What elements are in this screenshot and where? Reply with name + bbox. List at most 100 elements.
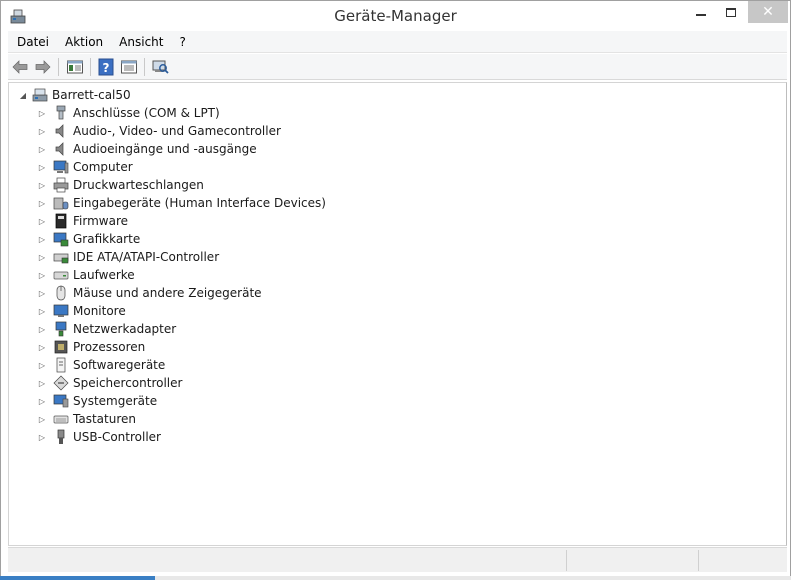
expand-expander[interactable]: ▷ — [37, 432, 47, 442]
expand-expander[interactable]: ▷ — [37, 342, 47, 352]
forward-arrow-icon[interactable] — [34, 58, 52, 76]
keyboard-icon — [53, 415, 69, 424]
system-device-icon — [53, 394, 69, 408]
tree-category-item[interactable]: ▷ Laufwerke — [37, 266, 135, 284]
expand-expander[interactable]: ▷ — [37, 234, 47, 244]
tree-category-item[interactable]: ▷ Monitore — [37, 302, 126, 320]
tree-category-label: Laufwerke — [73, 268, 135, 282]
tree-category-item[interactable]: ▷ Prozessoren — [37, 338, 145, 356]
close-button[interactable]: ✕ — [748, 1, 788, 23]
window-title: Geräte-Manager — [334, 7, 457, 25]
expand-expander[interactable]: ▷ — [37, 414, 47, 424]
menu-bar: Datei Aktion Ansicht ? — [8, 31, 787, 53]
tree-category-item[interactable]: ▷ Speichercontroller — [37, 374, 182, 392]
printer-icon — [53, 177, 69, 193]
network-adapter-icon — [55, 321, 67, 337]
expand-expander[interactable]: ▷ — [37, 378, 47, 388]
tree-category-label: Systemgeräte — [73, 394, 158, 408]
tree-category-item[interactable]: ▷ Tastaturen — [37, 410, 136, 428]
menu-datei[interactable]: Datei — [8, 31, 57, 53]
toolbar-separator — [90, 58, 91, 76]
expand-expander[interactable]: ▷ — [37, 198, 47, 208]
status-bar-divider — [566, 550, 567, 571]
computer-root-icon — [32, 88, 48, 102]
maximize-button[interactable] — [716, 1, 746, 23]
monitor-icon — [53, 304, 69, 317]
expand-expander[interactable]: ▷ — [37, 288, 47, 298]
tree-category-label: Grafikkarte — [73, 232, 141, 246]
expand-expander[interactable]: ▷ — [37, 270, 47, 280]
close-icon: ✕ — [762, 4, 774, 20]
expand-expander[interactable]: ▷ — [37, 162, 47, 172]
tree-category-label: Mäuse und andere Zeigegeräte — [73, 286, 262, 300]
expand-expander[interactable]: ▷ — [37, 126, 47, 136]
tree-category-item[interactable]: ▷ Systemgeräte — [37, 392, 157, 410]
expand-expander[interactable]: ▷ — [37, 324, 47, 334]
tree-category-label: Softwaregeräte — [73, 358, 166, 372]
speaker-icon — [55, 142, 64, 156]
tree-category-label: USB-Controller — [73, 430, 161, 444]
tree-category-item[interactable]: ▷ IDE ATA/ATAPI-Controller — [37, 248, 219, 266]
status-bar — [8, 547, 787, 572]
mouse-icon — [56, 285, 66, 301]
tree-category-label: IDE ATA/ATAPI-Controller — [73, 250, 220, 264]
expand-expander[interactable]: ▷ — [37, 216, 47, 226]
tree-category-item[interactable]: ▷ Computer — [37, 158, 133, 176]
device-tree[interactable]: ◢ Barrett-cal50 ▷ Anschlüsse (COM & LPT) ▷… — [8, 82, 787, 546]
usb-icon — [57, 429, 65, 444]
tree-category-item[interactable]: ▷ USB-Controller — [37, 428, 161, 446]
tree-category-label: Eingabegeräte (Human Interface Devices) — [73, 196, 326, 210]
tree-root[interactable]: ◢ Barrett-cal50 — [18, 86, 131, 104]
firmware-icon — [55, 213, 67, 229]
tree-category-item[interactable]: ▷ Grafikkarte — [37, 230, 140, 248]
device-manager-window: Geräte-Manager ✕ Datei Aktion Ansicht ? — [0, 0, 791, 580]
scan-hardware-icon[interactable] — [151, 58, 169, 76]
help-icon[interactable]: ? — [97, 58, 115, 76]
tree-category-item[interactable]: ▷ Softwaregeräte — [37, 356, 165, 374]
menu-ansicht[interactable]: Ansicht — [111, 31, 171, 53]
back-arrow-icon[interactable] — [11, 58, 29, 76]
disk-drive-icon — [53, 271, 69, 280]
tree-category-item[interactable]: ▷ Audio-, Video- und Gamecontroller — [37, 122, 281, 140]
tree-category-item[interactable]: ▷ Firmware — [37, 212, 128, 230]
svg-text:?: ? — [103, 61, 110, 75]
toolbar-separator — [144, 58, 145, 76]
show-hide-console-tree-icon[interactable] — [66, 58, 84, 76]
tree-category-label: Druckwarteschlangen — [73, 178, 204, 192]
tree-category-label: Prozessoren — [73, 340, 146, 354]
status-bar-divider — [698, 550, 699, 571]
tree-category-item[interactable]: ▷ Netzwerkadapter — [37, 320, 176, 338]
ide-controller-icon — [53, 253, 69, 264]
tree-category-label: Computer — [73, 160, 133, 174]
tree-category-item[interactable]: ▷ Druckwarteschlangen — [37, 176, 204, 194]
toolbar-separator — [58, 58, 59, 76]
collapse-expander[interactable]: ◢ — [18, 90, 28, 100]
expand-expander[interactable]: ▷ — [37, 144, 47, 154]
tree-category-item[interactable]: ▷ Mäuse und andere Zeigegeräte — [37, 284, 262, 302]
expand-expander[interactable]: ▷ — [37, 306, 47, 316]
tree-category-label: Monitore — [73, 304, 126, 318]
tree-category-item[interactable]: ▷ Eingabegeräte (Human Interface Devices) — [37, 194, 326, 212]
toolbar: ? — [8, 54, 787, 80]
expand-expander[interactable]: ▷ — [37, 396, 47, 406]
expand-expander[interactable]: ▷ — [37, 252, 47, 262]
storage-controller-icon — [53, 375, 69, 391]
minimize-button[interactable] — [686, 1, 716, 23]
port-icon — [56, 105, 66, 120]
tree-category-item[interactable]: ▷ Anschlüsse (COM & LPT) — [37, 104, 220, 122]
tree-category-label: Audioeingänge und -ausgänge — [73, 142, 257, 156]
tree-root-label: Barrett-cal50 — [52, 88, 131, 102]
title-bar[interactable]: Geräte-Manager ✕ — [1, 1, 790, 31]
processor-icon — [54, 340, 68, 354]
taskbar-accent — [0, 576, 155, 580]
menu-aktion[interactable]: Aktion — [57, 31, 111, 53]
expand-expander[interactable]: ▷ — [37, 180, 47, 190]
tree-category-item[interactable]: ▷ Audioeingänge und -ausgänge — [37, 140, 257, 158]
tree-category-label: Tastaturen — [73, 412, 136, 426]
software-device-icon — [56, 357, 66, 373]
menu-help[interactable]: ? — [171, 31, 193, 53]
expand-expander[interactable]: ▷ — [37, 360, 47, 370]
expand-expander[interactable]: ▷ — [37, 108, 47, 118]
properties-icon[interactable] — [120, 58, 138, 76]
speaker-icon — [55, 124, 64, 138]
